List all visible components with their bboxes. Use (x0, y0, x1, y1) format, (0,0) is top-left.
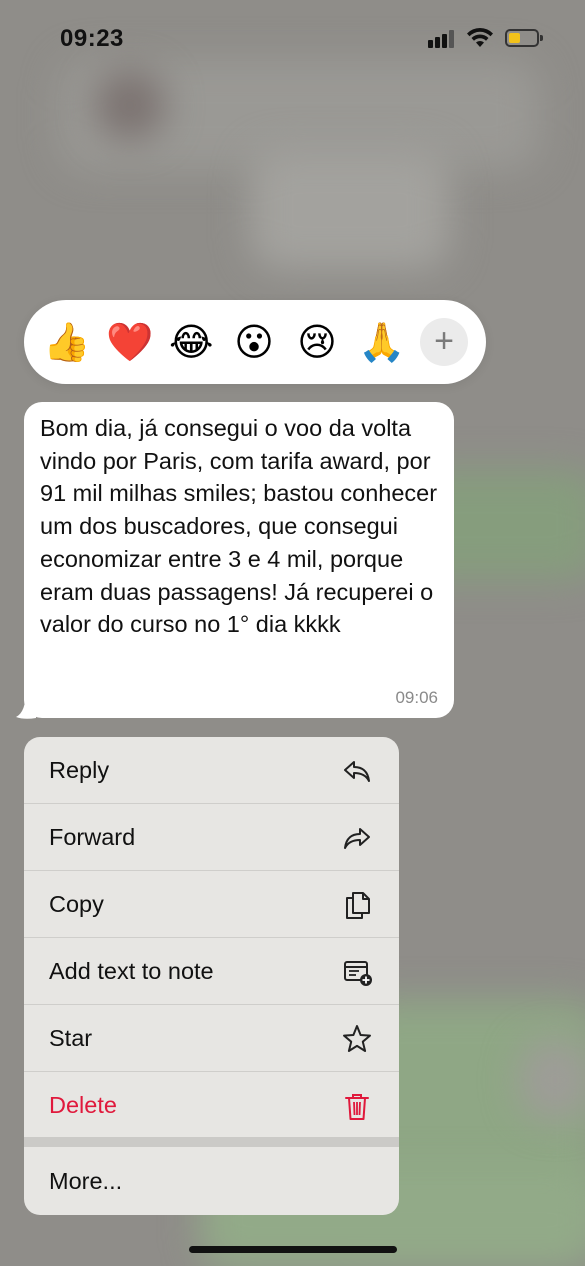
cellular-signal-icon (428, 30, 458, 48)
message-bubble: Bom dia, já consegui o voo da volta vind… (24, 402, 454, 718)
menu-item-reply[interactable]: Reply (24, 737, 399, 804)
battery-icon (505, 29, 543, 47)
message-context-menu: Reply Forward Copy Add text to note Star… (24, 737, 399, 1215)
menu-item-add-to-note[interactable]: Add text to note (24, 938, 399, 1005)
reaction-surprised[interactable]: 😮 (232, 321, 276, 365)
star-icon (343, 1025, 371, 1052)
reaction-tears-of-joy[interactable]: 😂 (169, 321, 213, 365)
reaction-picker: 👍 ❤️ 😂 😮 😢 🙏 + (24, 300, 486, 384)
menu-item-label: Add text to note (49, 958, 214, 984)
menu-item-delete[interactable]: Delete (24, 1072, 399, 1139)
blurred-message (520, 1040, 585, 1120)
menu-item-copy[interactable]: Copy (24, 871, 399, 938)
copy-icon (346, 892, 370, 919)
menu-item-label: Delete (49, 1092, 117, 1118)
trash-icon (345, 1094, 369, 1120)
blurred-message (250, 150, 450, 270)
menu-item-forward[interactable]: Forward (24, 804, 399, 871)
menu-section-divider (24, 1137, 399, 1147)
forward-icon (344, 828, 370, 849)
battery-level (509, 33, 520, 43)
reaction-red-heart[interactable]: ❤️ (106, 321, 153, 365)
menu-item-label: Star (49, 1025, 93, 1051)
menu-item-label: Forward (49, 824, 136, 850)
note-add-icon (344, 961, 372, 986)
status-time: 09:23 (60, 25, 124, 52)
menu-item-label: Copy (49, 891, 104, 917)
menu-item-more[interactable]: More... (24, 1148, 399, 1215)
reaction-crying[interactable]: 😢 (295, 321, 339, 365)
menu-item-star[interactable]: Star (24, 1005, 399, 1072)
message-text: Bom dia, já consegui o voo da volta vind… (40, 415, 438, 638)
reaction-thumbs-up[interactable]: 👍 (43, 321, 90, 365)
menu-item-label: More... (49, 1168, 123, 1194)
menu-item-label: Reply (49, 757, 110, 783)
blurred-avatar (95, 70, 165, 140)
status-bar: 09:23 (0, 0, 585, 80)
reply-icon (344, 761, 370, 782)
more-reactions-button[interactable]: + (420, 318, 468, 366)
wifi-icon (467, 27, 493, 47)
message-timestamp: 09:06 (395, 688, 438, 707)
home-indicator[interactable] (189, 1246, 397, 1253)
reaction-folded-hands[interactable]: 🙏 (358, 321, 405, 365)
